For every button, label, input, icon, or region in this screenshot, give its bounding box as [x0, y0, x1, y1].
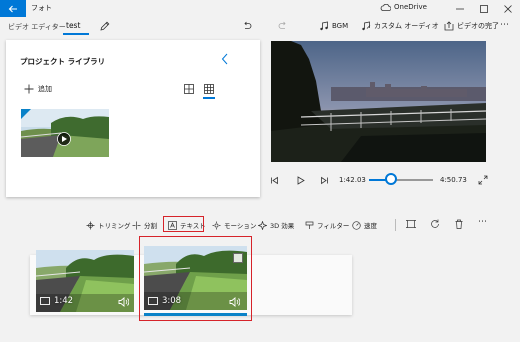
toolbar-more-button[interactable]: ⋯: [478, 217, 487, 227]
custom-audio-icon: [362, 21, 371, 31]
view-selected-indicator: [203, 97, 215, 99]
clip-volume-button[interactable]: [118, 297, 129, 307]
library-video-thumbnail[interactable]: [21, 109, 109, 157]
filter-tool-button[interactable]: フィルター: [305, 219, 349, 231]
video-preview[interactable]: [271, 41, 486, 162]
title-bar: [0, 0, 520, 17]
play-button[interactable]: [296, 176, 305, 185]
seek-bar-handle[interactable]: [385, 173, 398, 185]
speedometer-icon: [352, 220, 361, 230]
trim-tool-button[interactable]: トリミング: [86, 219, 131, 231]
fullscreen-button[interactable]: [478, 175, 488, 185]
grid-small-icon: [204, 84, 214, 94]
motion-label: モーション: [224, 222, 257, 230]
filter-icon: [305, 221, 314, 229]
trash-icon: [455, 219, 463, 229]
resize-button[interactable]: [406, 219, 416, 229]
sparkle-icon: [258, 220, 267, 230]
rotate-button[interactable]: [430, 219, 440, 229]
speaker-icon: [118, 297, 129, 307]
minimize-button[interactable]: [448, 0, 472, 17]
bgm-button[interactable]: BGM: [319, 21, 348, 31]
clip-duration: 3:08: [148, 296, 181, 306]
custom-audio-button[interactable]: カスタム オーディオ: [361, 21, 439, 31]
back-button[interactable]: [0, 0, 26, 17]
text-tool-highlight: [163, 216, 204, 232]
small-grid-view-button[interactable]: [204, 84, 214, 94]
clip-volume-button[interactable]: [229, 297, 240, 307]
clip-duration: 1:42: [40, 296, 73, 306]
rename-button[interactable]: [100, 21, 110, 31]
arrow-left-icon: [8, 5, 17, 12]
collapse-library-button[interactable]: [221, 53, 229, 65]
grid-large-icon: [184, 84, 194, 94]
cloud-icon: [380, 3, 391, 11]
split-label: 分割: [144, 222, 157, 230]
undo-icon: [244, 21, 252, 29]
project-name[interactable]: test: [66, 21, 80, 30]
clip-duration-label: 1:42: [54, 296, 74, 306]
close-window-button[interactable]: [496, 0, 520, 17]
toolbar-divider: [395, 219, 396, 231]
custom-audio-label: カスタム オーディオ: [374, 22, 439, 30]
breadcrumb-video-editor[interactable]: ビデオ エディター: [8, 22, 66, 32]
speed-label: 速度: [364, 222, 377, 230]
breadcrumb-separator: ›: [53, 22, 56, 30]
skip-forward-icon: [321, 176, 328, 185]
pencil-icon: [100, 21, 110, 31]
onedrive-status[interactable]: OneDrive: [380, 3, 427, 11]
rotate-icon: [431, 219, 439, 228]
minimize-icon: [456, 8, 464, 9]
maximize-button[interactable]: [472, 0, 496, 17]
music-note-icon: [320, 21, 328, 31]
undo-button[interactable]: [242, 21, 252, 31]
motion-tool-button[interactable]: モーション: [212, 219, 256, 231]
clip-duration-label: 3:08: [162, 296, 182, 306]
dusk-scene-image: [271, 41, 486, 162]
skip-back-icon: [271, 176, 278, 185]
export-icon: [444, 21, 454, 31]
project-name-underline: [63, 33, 89, 35]
selected-clip-indicator: [144, 313, 247, 316]
rewind-button[interactable]: [270, 176, 279, 185]
speed-tool-button[interactable]: 速度: [352, 219, 377, 231]
current-time: 1:42.03: [339, 176, 366, 184]
trim-icon: [86, 221, 95, 229]
chevron-left-icon: [221, 53, 228, 65]
video-clip-icon: [40, 297, 50, 305]
large-grid-view-button[interactable]: [184, 84, 194, 94]
video-clip-icon: [148, 297, 158, 305]
fast-forward-button[interactable]: [320, 176, 329, 185]
motion-icon: [212, 221, 221, 229]
total-duration: 4:50.73: [440, 176, 467, 184]
onedrive-label: OneDrive: [394, 3, 427, 11]
redo-icon: [278, 21, 286, 29]
finish-video-label: ビデオの完了: [457, 22, 499, 30]
delete-button[interactable]: [454, 219, 464, 229]
3d-effects-label: 3D 効果: [270, 222, 295, 230]
add-label: 追加: [38, 85, 52, 93]
maximize-icon: [480, 4, 488, 13]
play-icon: [297, 176, 305, 185]
expand-icon: [478, 175, 488, 185]
3d-effects-tool-button[interactable]: 3D 効果: [258, 219, 294, 231]
more-options-button[interactable]: ⋯: [500, 20, 509, 30]
app-title: フォト: [31, 4, 52, 12]
add-media-button[interactable]: 追加: [24, 84, 52, 94]
resize-icon: [406, 220, 416, 228]
project-library-panel: プロジェクト ライブラリ 追加: [6, 40, 260, 197]
finish-video-button[interactable]: ビデオの完了: [444, 21, 499, 31]
bgm-label: BGM: [332, 22, 349, 30]
plus-icon: [24, 84, 34, 94]
close-icon: [504, 4, 512, 13]
clip-select-checkbox[interactable]: [233, 253, 243, 263]
filter-label: フィルター: [317, 222, 350, 230]
split-icon: [132, 221, 141, 229]
road-scene-image: [21, 109, 109, 157]
library-title: プロジェクト ライブラリ: [20, 57, 106, 66]
redo-button[interactable]: [278, 21, 288, 31]
trim-label: トリミング: [98, 222, 131, 230]
split-tool-button[interactable]: 分割: [132, 219, 157, 231]
speaker-icon: [229, 297, 240, 307]
